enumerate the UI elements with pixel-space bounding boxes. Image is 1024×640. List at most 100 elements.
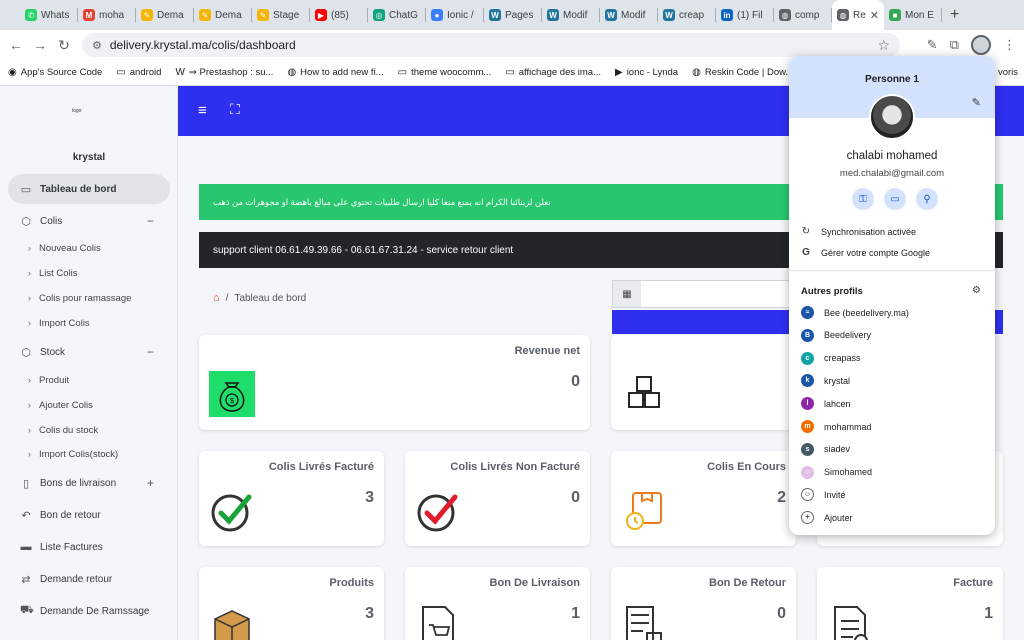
forward-icon[interactable]: → xyxy=(28,37,52,53)
other-profile-row[interactable]: ☺ Simohamed xyxy=(801,465,872,479)
bookmark-item[interactable]: ▶ ionc - Lynda xyxy=(615,67,678,78)
check-circle-red-icon xyxy=(417,494,458,532)
browser-tab[interactable]: ✎ Stage xyxy=(252,0,310,30)
other-profile-row[interactable]: ≈ Bee (beedelivery.ma) xyxy=(801,306,909,319)
other-profile-row[interactable]: c creapass xyxy=(801,351,861,365)
browser-tab[interactable]: ✎ Dema xyxy=(136,0,194,30)
address-bar[interactable]: ⚙ delivery.krystal.ma/colis/dashboard ☆ xyxy=(82,33,900,57)
check-circle-icon xyxy=(211,494,252,532)
browser-tab-label: Modif xyxy=(621,9,646,21)
card-value: 3 xyxy=(365,489,374,506)
money-bag-icon: $ xyxy=(209,371,255,417)
sidebar-subitem-ajouter-colis[interactable]: › Ajouter Colis xyxy=(28,394,93,416)
sidebar-item-stock[interactable]: ⬡ Stock − xyxy=(8,337,170,367)
new-tab-icon[interactable]: + xyxy=(950,6,959,24)
sync-row[interactable]: ↻ Synchronisation activée xyxy=(801,226,916,237)
page-icon: ✎ xyxy=(141,9,153,21)
other-profile-row[interactable]: k krystal xyxy=(801,374,850,388)
home-icon[interactable]: ⌂ xyxy=(213,292,220,304)
logo: logo xyxy=(72,108,82,114)
reload-icon[interactable]: ↻ xyxy=(52,37,76,54)
whatsapp-icon: ✆ xyxy=(25,9,37,21)
sidebar-subitem-list-colis[interactable]: › List Colis xyxy=(28,262,78,284)
sidebar-item-dashboard[interactable]: ▭ Tableau de bord xyxy=(8,174,170,204)
date-range-input[interactable]: ▦ xyxy=(612,280,812,308)
browser-tab[interactable]: ✆ Whats xyxy=(20,0,78,30)
bookmark-item[interactable]: ◉ App's Source Code xyxy=(8,67,102,78)
browser-tab[interactable]: Mmoha xyxy=(78,0,136,30)
other-profile-row[interactable]: ☺ Invité xyxy=(801,488,846,502)
other-profile-row[interactable]: l lahcen xyxy=(801,397,851,411)
other-profile-label: siadev xyxy=(824,444,851,455)
browser-tab[interactable]: Wcreap xyxy=(658,0,716,30)
browser-tab[interactable]: W Pages xyxy=(484,0,542,30)
browser-tab[interactable]: in (1) Fil xyxy=(716,0,774,30)
bookmark-item[interactable]: ◍ How to add new fi... xyxy=(287,67,383,78)
sidebar-subitem-import-colis[interactable]: › Import Colis xyxy=(28,312,90,334)
bookmark-item[interactable]: voris xyxy=(994,67,1018,78)
other-profile-label: Bee (beedelivery.ma) xyxy=(824,307,909,318)
browser-tab[interactable]: W Modif xyxy=(542,0,600,30)
sidebar-subitem-nouveau-colis[interactable]: › Nouveau Colis xyxy=(28,237,101,259)
sidebar-item-colis[interactable]: ⬡ Colis − xyxy=(8,206,170,236)
extensions-icon[interactable]: ⧉ xyxy=(950,37,959,53)
bookmark-item[interactable]: ▭ theme woocomm... xyxy=(398,67,492,78)
sidebar-item-demande-ramassage[interactable]: ⛟ Demande De Ramssage xyxy=(8,596,170,626)
sidebar-item-demande-retour[interactable]: ⇄ Demande retour xyxy=(8,564,170,594)
sidebar-item-label: Tableau de bord xyxy=(40,183,117,195)
address-pin-icon[interactable]: ⚲ xyxy=(916,188,938,210)
browser-tab-label: Dema xyxy=(215,9,242,21)
browser-tab[interactable]: ▶ (85) xyxy=(310,0,368,30)
browser-tab[interactable]: ■ Mon E xyxy=(884,0,942,30)
bookmark-item[interactable]: W ⇒ Prestashop : su... xyxy=(175,67,273,78)
menu-kebab-icon[interactable]: ⋮ xyxy=(1003,37,1016,53)
profile-avatar-icon[interactable] xyxy=(971,35,991,55)
other-profile-row[interactable]: m mohammad xyxy=(801,420,872,433)
eyedropper-icon[interactable]: ✎ xyxy=(927,37,938,53)
sidebar-subitem-label: Nouveau Colis xyxy=(39,242,101,254)
hamburger-icon[interactable]: ≡ xyxy=(198,102,207,119)
sidebar-item-factures[interactable]: ▬ Liste Factures xyxy=(8,532,170,562)
manage-account-row[interactable]: G Gérer votre compte Google xyxy=(801,247,930,258)
other-profile-row[interactable]: s siadev xyxy=(801,442,851,456)
collapse-minus-icon[interactable]: − xyxy=(147,214,154,228)
browser-tab[interactable]: ◍ comp xyxy=(774,0,832,30)
site-info-icon[interactable]: ⚙ xyxy=(92,39,102,52)
other-profile-row[interactable]: B Beedelivery xyxy=(801,328,871,342)
bookmark-star-icon[interactable]: ☆ xyxy=(877,37,890,54)
chevron-right-icon: › xyxy=(28,449,31,459)
folder-blue-icon: ◉ xyxy=(8,67,17,78)
bookmark-item[interactable]: ▭ affichage des ima... xyxy=(505,67,601,78)
sidebar-subitem-ramassage[interactable]: › Colis pour ramassage xyxy=(28,287,131,309)
payment-card-icon[interactable]: ▭ xyxy=(884,188,906,210)
password-key-icon[interactable]: ⚿ xyxy=(852,188,874,210)
profile-menu-popup: Personne 1 ✎ chalabi mohamed med.chalabi… xyxy=(789,56,995,535)
gear-icon[interactable]: ⚙ xyxy=(972,285,981,296)
bookmark-label: voris xyxy=(997,67,1018,78)
browser-tab[interactable]: ◎ ChatG xyxy=(368,0,426,30)
edit-pencil-icon[interactable]: ✎ xyxy=(972,96,981,109)
close-tab-icon[interactable]: ✕ xyxy=(870,9,879,22)
sidebar-subitem-import-stock[interactable]: › Import Colis(stock) xyxy=(28,443,118,465)
browser-tab[interactable]: ◍ Re ✕ xyxy=(832,0,884,30)
bookmark-item[interactable]: ▭ android xyxy=(116,67,161,78)
sidebar: logo krystal ▭ Tableau de bord ⬡ Colis −… xyxy=(0,86,178,640)
bookmark-item[interactable]: ◍ Reskin Code | Dow... xyxy=(692,67,793,78)
card-value: 0 xyxy=(571,489,580,506)
browser-tab-label: moha xyxy=(99,9,125,21)
back-icon[interactable]: ← xyxy=(4,37,28,53)
browser-tab[interactable]: ✎ Dema xyxy=(194,0,252,30)
sidebar-item-bons-livraison[interactable]: ▯ Bons de livraison + xyxy=(8,468,170,498)
fullscreen-icon[interactable]: ⛶ xyxy=(230,101,240,118)
sidebar-subitem-produit[interactable]: › Produit xyxy=(28,369,69,391)
profile-avatar[interactable] xyxy=(869,94,915,140)
other-profile-row[interactable]: + Ajouter xyxy=(801,511,853,525)
truck-icon: ⛟ xyxy=(20,604,34,616)
browser-tab[interactable]: W Modif xyxy=(600,0,658,30)
card-livres-non-facture: Colis Livrés Non Facturé 0 xyxy=(405,451,590,546)
expand-plus-icon[interactable]: + xyxy=(147,476,154,490)
sidebar-item-bon-retour[interactable]: ↶ Bon de retour xyxy=(8,500,170,530)
browser-tab[interactable]: ● Ionic / xyxy=(426,0,484,30)
sidebar-subitem-colis-stock[interactable]: › Colis du stock xyxy=(28,419,98,441)
collapse-minus-icon[interactable]: − xyxy=(147,345,154,359)
